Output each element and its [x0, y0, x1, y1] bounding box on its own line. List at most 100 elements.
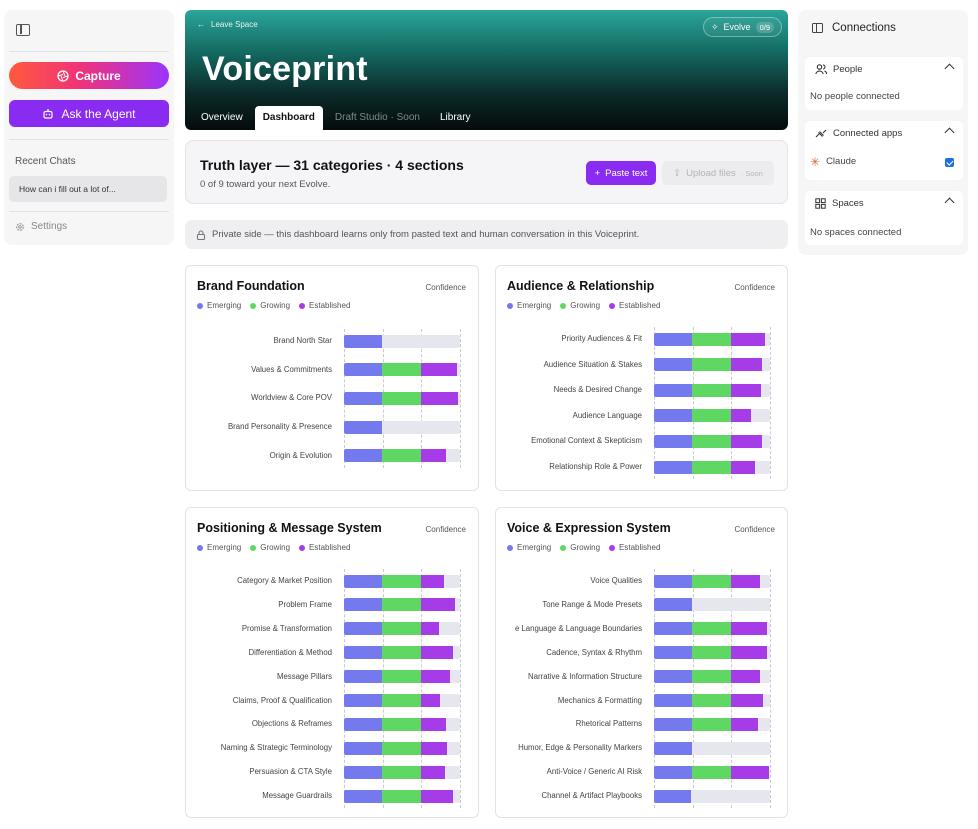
bar-segment-emerging — [654, 717, 693, 731]
connections-title: Connections — [832, 22, 896, 34]
confidence-bar — [344, 420, 460, 434]
spaces-header[interactable]: Spaces — [815, 198, 864, 209]
sidebar-toggle-icon[interactable] — [16, 24, 30, 36]
category-label: Needs & Desired Change — [553, 385, 642, 395]
connected-apps-label: Connected apps — [833, 128, 903, 139]
bar-segment-emerging — [654, 409, 693, 423]
tab-overview[interactable]: Overview — [193, 106, 251, 130]
bar-segment-established — [420, 670, 450, 684]
people-section: People No people connected — [805, 57, 963, 110]
chart-legend: Emerging Growing Established — [507, 543, 660, 552]
bar-segment-established — [730, 383, 761, 397]
bar-segment-established — [420, 598, 456, 612]
tab-draft-studio: Draft Studio · Soon — [334, 112, 420, 123]
capture-button[interactable]: Capture — [9, 62, 169, 89]
bar-segment-emerging — [344, 670, 383, 684]
chevron-up-icon[interactable] — [944, 127, 955, 138]
category-card: Positioning & Message System Confidence Em… — [185, 507, 479, 818]
confidence-label: Confidence — [425, 283, 466, 292]
legend-label-emerging: Emerging — [207, 301, 242, 310]
confidence-bar — [654, 694, 770, 707]
leave-space-label: Leave Space — [211, 20, 258, 29]
people-header[interactable]: People — [815, 64, 863, 75]
paste-text-button[interactable]: + Paste text — [586, 161, 656, 185]
chart-legend: Emerging Growing Established — [197, 543, 350, 552]
category-label: Message Pillars — [276, 671, 332, 681]
category-label: Priority Audiences & Fit — [561, 334, 642, 343]
bar-segment-emerging — [654, 789, 692, 803]
legend-label-emerging: Emerging — [517, 301, 552, 310]
category-label: Voice Qualities — [590, 576, 642, 585]
category-label: Values & Commitments — [251, 364, 332, 374]
app-item-claude: ✳ Claude — [810, 156, 856, 168]
confidence-bar — [654, 383, 770, 397]
bot-icon — [43, 108, 54, 119]
upload-icon: ⇪ — [673, 167, 682, 179]
category-label: Category & Market Position — [237, 576, 332, 585]
truth-subtitle: 0 of 9 toward your next Evolve. — [200, 179, 331, 190]
tab-library[interactable]: Library — [432, 106, 479, 130]
bar-segment-emerging — [344, 789, 383, 803]
confidence-bar — [344, 789, 460, 803]
legend-label-established: Established — [309, 543, 351, 552]
confidence-bar — [654, 622, 770, 636]
category-label: Narrative & Information Structure — [528, 671, 642, 681]
ask-agent-button[interactable]: Ask the Agent — [9, 100, 169, 127]
category-label: Message Guardrails — [262, 791, 332, 801]
settings-link[interactable]: Settings — [15, 221, 67, 232]
legend-item-growing: Growing — [560, 543, 600, 552]
legend-label-emerging: Emerging — [207, 543, 242, 552]
bar-segment-emerging — [344, 765, 383, 779]
bar-segment-emerging — [344, 598, 383, 612]
app-enabled-checkbox[interactable] — [945, 158, 954, 167]
chevron-up-icon[interactable] — [944, 63, 955, 74]
connections-header: Connections — [812, 22, 896, 34]
legend-label-growing: Growing — [260, 543, 291, 552]
category-label: Origin & Evolution — [269, 450, 332, 460]
bar-segment-emerging — [654, 694, 693, 707]
gear-icon — [16, 222, 24, 231]
divider — [9, 51, 169, 52]
bar-segment-emerging — [654, 574, 693, 588]
recent-chat-item[interactable]: How can i fill out a lot of... — [9, 176, 167, 202]
category-label: Brand Personality & Presence — [227, 422, 332, 432]
category-label: Tone Range & Mode Presets — [542, 599, 642, 609]
spaces-section: Spaces No spaces connected — [805, 191, 963, 245]
users-icon — [815, 64, 827, 75]
tab-dashboard[interactable]: Dashboard — [254, 106, 323, 130]
plug-icon — [815, 129, 827, 138]
category-label: Brand North Star — [273, 336, 332, 345]
panel-toggle-icon[interactable] — [812, 23, 823, 33]
truth-title: Truth layer — 31 categories · 4 sections — [200, 157, 464, 173]
grid-line — [460, 569, 461, 809]
legend-dot-emerging — [197, 302, 203, 309]
divider — [9, 139, 169, 140]
confidence-bar — [654, 646, 770, 660]
upload-files-button: ⇪ Upload files · Soon — [662, 161, 774, 185]
confidence-label: Confidence — [734, 283, 775, 292]
grid-line — [460, 329, 461, 468]
bar-segment-growing — [692, 383, 731, 397]
legend-item-established: Established — [299, 301, 350, 310]
legend-item-emerging: Emerging — [507, 301, 551, 310]
evolve-button[interactable]: ✧ Evolve 0/9 — [703, 17, 782, 37]
bar-segment-growing — [692, 332, 731, 346]
legend-item-established: Established — [609, 543, 660, 552]
confidence-bar — [344, 670, 460, 684]
legend-dot-established — [609, 302, 616, 309]
confidence-bar — [344, 622, 460, 636]
grid-line — [654, 327, 655, 479]
connected-apps-header[interactable]: Connected apps — [815, 128, 902, 139]
chevron-up-icon[interactable] — [944, 197, 955, 208]
category-card: Brand Foundation Confidence Emerging Growin… — [185, 265, 479, 491]
bar-segment-growing — [692, 574, 731, 588]
category-label: Promise & Transformation — [241, 623, 332, 633]
bar-segment-emerging — [344, 717, 383, 731]
bar-segment-established — [420, 363, 457, 377]
bar-segment-emerging — [654, 460, 693, 474]
bar-segment-emerging — [344, 449, 383, 463]
leave-space-link[interactable]: ← Leave Space — [197, 20, 258, 29]
legend-dot-growing — [560, 302, 567, 309]
bar-segment-emerging — [654, 646, 693, 660]
bar-segment-growing — [382, 363, 421, 377]
